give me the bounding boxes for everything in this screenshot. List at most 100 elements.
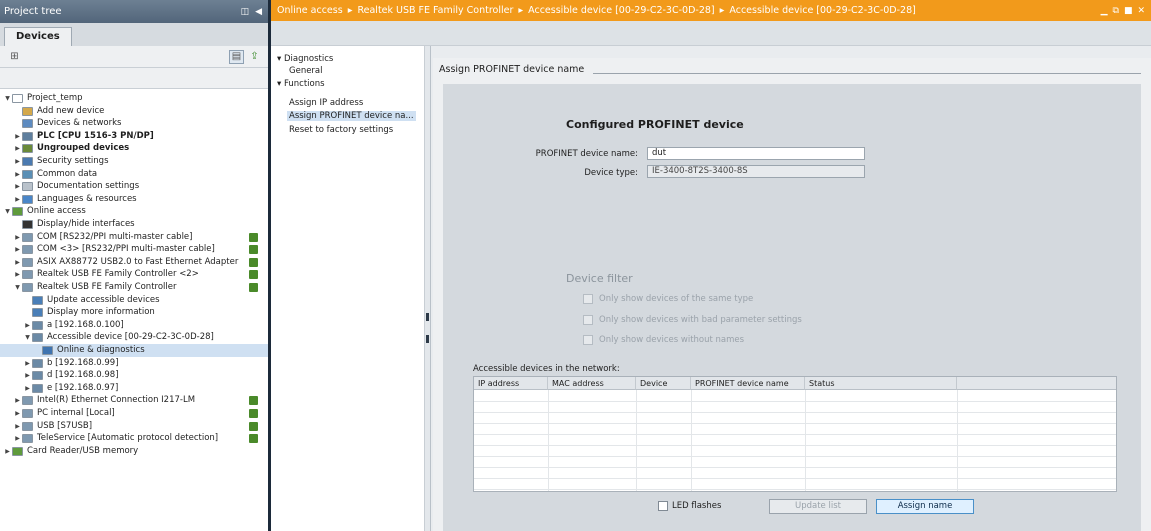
expand-arrow-icon[interactable]: ▼ (13, 281, 22, 294)
tree-item[interactable]: Display more information (0, 306, 268, 319)
tree-item[interactable]: ▶ d [192.168.0.98] (0, 369, 268, 382)
tree-item[interactable]: ▼ Accessible device [00-29-C2-3C-0D-28] (0, 331, 268, 344)
tree-item[interactable]: Devices & networks (0, 117, 268, 130)
tree-item[interactable]: ▶ USB [S7USB] (0, 420, 268, 433)
nav-assign-name[interactable]: Assign PROFINET device na... (287, 111, 416, 121)
nav-assign-ip[interactable]: Assign IP address (289, 98, 363, 108)
tab-devices[interactable]: Devices (4, 27, 72, 46)
tree-item[interactable]: ▶ Security settings (0, 155, 268, 168)
nav-functions[interactable]: ▾ Functions (277, 79, 325, 89)
tree-item[interactable]: ▶ TeleService [Automatic protocol detecti… (0, 432, 268, 445)
collapse-arrow-icon[interactable]: ▶ (23, 369, 32, 382)
tree-item[interactable]: ▶ Ungrouped devices (0, 142, 268, 155)
table-row[interactable] (474, 402, 1116, 413)
table-row[interactable] (474, 413, 1116, 424)
tree-item[interactable]: ▼ Online access (0, 205, 268, 218)
tree-item[interactable]: ▶ PLC [CPU 1516-3 PN/DP] (0, 130, 268, 143)
nav-diagnostics[interactable]: ▾ Diagnostics (277, 54, 333, 64)
minimize-icon[interactable]: ▁ (1101, 6, 1108, 16)
collapse-arrow-icon[interactable]: ▶ (13, 180, 22, 193)
column-header-mac[interactable]: MAC address (548, 377, 636, 390)
tree-item-label: ASIX AX88772 USB2.0 to Fast Ethernet Ada… (37, 256, 239, 267)
collapse-arrow-icon[interactable]: ▶ (13, 394, 22, 407)
breadcrumb-item[interactable]: Accessible device [00-29-C2-3C-0D-28] (729, 5, 915, 16)
maximize-icon[interactable]: ■ (1124, 6, 1133, 16)
collapse-arrow-icon[interactable]: ▶ (13, 420, 22, 433)
collapse-arrow-icon[interactable]: ▶ (13, 268, 22, 281)
column-header-profinet-name[interactable]: PROFINET device name (691, 377, 805, 390)
tree-item[interactable]: Add new device (0, 105, 268, 118)
collapse-arrow-icon[interactable]: ▶ (13, 432, 22, 445)
tree-item[interactable]: Online & diagnostics (0, 344, 268, 357)
export-icon[interactable]: ⇪ (247, 50, 262, 64)
breadcrumb-item[interactable]: Online access (277, 5, 343, 16)
breadcrumb-item[interactable]: Accessible device [00-29-C2-3C-0D-28] (528, 5, 714, 16)
tree-item[interactable]: ▶ Common data (0, 168, 268, 181)
close-icon[interactable]: ✕ (1137, 6, 1145, 16)
nav-general[interactable]: General (289, 66, 323, 76)
column-divider (548, 390, 549, 491)
assign-name-button[interactable]: Assign name (876, 499, 974, 514)
column-header-device[interactable]: Device (636, 377, 691, 390)
update-list-button[interactable]: Update list (769, 499, 867, 514)
collapse-arrow-icon[interactable]: ▶ (13, 243, 22, 256)
tree-view-icon[interactable]: ⊞ (7, 50, 22, 64)
pin-icon[interactable]: ◫ (241, 7, 250, 17)
tree-item[interactable]: ▶ Card Reader/USB memory (0, 445, 268, 458)
filter-bad-params-checkbox[interactable]: Only show devices with bad parameter set… (583, 315, 802, 325)
device-name-label: PROFINET device name: (535, 149, 638, 159)
led-flashes-checkbox[interactable]: LED flashes (658, 501, 721, 511)
collapse-arrow-icon[interactable]: ▶ (13, 407, 22, 420)
tree-item-label: e [192.168.0.97] (47, 382, 119, 393)
tree-item[interactable]: ▶ Documentation settings (0, 180, 268, 193)
breadcrumb-item[interactable]: Realtek USB FE Family Controller (357, 5, 513, 16)
collapse-arrow-icon[interactable]: ▶ (23, 357, 32, 370)
nav-reset[interactable]: Reset to factory settings (289, 125, 393, 135)
table-row[interactable] (474, 457, 1116, 468)
table-row[interactable] (474, 424, 1116, 435)
overview-icon[interactable]: ▤ (229, 49, 244, 64)
device-name-input[interactable]: dut (647, 147, 865, 160)
expand-arrow-icon[interactable]: ▼ (23, 331, 32, 344)
accessible-devices-table[interactable]: IP address MAC address Device PROFINET d… (473, 376, 1117, 492)
collapse-arrow-icon[interactable]: ▶ (3, 445, 12, 458)
tree-item[interactable]: Display/hide interfaces (0, 218, 268, 231)
table-row[interactable] (474, 446, 1116, 457)
tree-item[interactable]: ▶ Intel(R) Ethernet Connection I217-LM (0, 394, 268, 407)
table-row[interactable] (474, 435, 1116, 446)
expand-arrow-icon[interactable]: ▼ (3, 92, 12, 105)
tree-item[interactable]: ▶ b [192.168.0.99] (0, 357, 268, 370)
collapse-arrow-icon[interactable]: ▶ (13, 231, 22, 244)
tree-node-icon (22, 421, 33, 431)
collapse-arrow-icon[interactable]: ▶ (13, 193, 22, 206)
tree-item[interactable]: ▶ Languages & resources (0, 193, 268, 206)
table-row[interactable] (474, 391, 1116, 402)
tree-item[interactable]: Update accessible devices (0, 294, 268, 307)
splitter-handle[interactable] (425, 46, 431, 531)
collapse-arrow-icon[interactable]: ▶ (13, 130, 22, 143)
float-icon[interactable]: ⧉ (1113, 6, 1119, 16)
tree-item[interactable]: ▶ Realtek USB FE Family Controller <2> (0, 268, 268, 281)
tree-item[interactable]: ▶ PC internal [Local] (0, 407, 268, 420)
collapse-arrow-icon[interactable]: ▶ (23, 382, 32, 395)
tree-item[interactable]: ▶ COM <3> [RS232/PPI multi-master cable] (0, 243, 268, 256)
expand-arrow-icon[interactable]: ▼ (3, 205, 12, 218)
table-row[interactable] (474, 468, 1116, 479)
collapse-arrow-icon[interactable]: ▶ (13, 256, 22, 269)
tree-item[interactable]: ▼ Realtek USB FE Family Controller (0, 281, 268, 294)
collapse-arrow-icon[interactable]: ▶ (13, 168, 22, 181)
column-header-ip[interactable]: IP address (474, 377, 548, 390)
filter-no-names-checkbox[interactable]: Only show devices without names (583, 335, 744, 345)
filter-same-type-checkbox[interactable]: Only show devices of the same type (583, 294, 753, 304)
tree-item[interactable]: ▶ COM [RS232/PPI multi-master cable] (0, 231, 268, 244)
tree-item[interactable]: ▼ Project_temp (0, 92, 268, 105)
tree-item[interactable]: ▶ e [192.168.0.97] (0, 382, 268, 395)
table-row[interactable] (474, 479, 1116, 490)
tree-item[interactable]: ▶ ASIX AX88772 USB2.0 to Fast Ethernet Ad… (0, 256, 268, 269)
collapse-arrow-icon[interactable]: ▶ (13, 142, 22, 155)
column-header-status[interactable]: Status (805, 377, 957, 390)
tree-item[interactable]: ▶ a [192.168.0.100] (0, 319, 268, 332)
collapse-icon[interactable]: ◀ (255, 7, 262, 17)
collapse-arrow-icon[interactable]: ▶ (23, 319, 32, 332)
collapse-arrow-icon[interactable]: ▶ (13, 155, 22, 168)
